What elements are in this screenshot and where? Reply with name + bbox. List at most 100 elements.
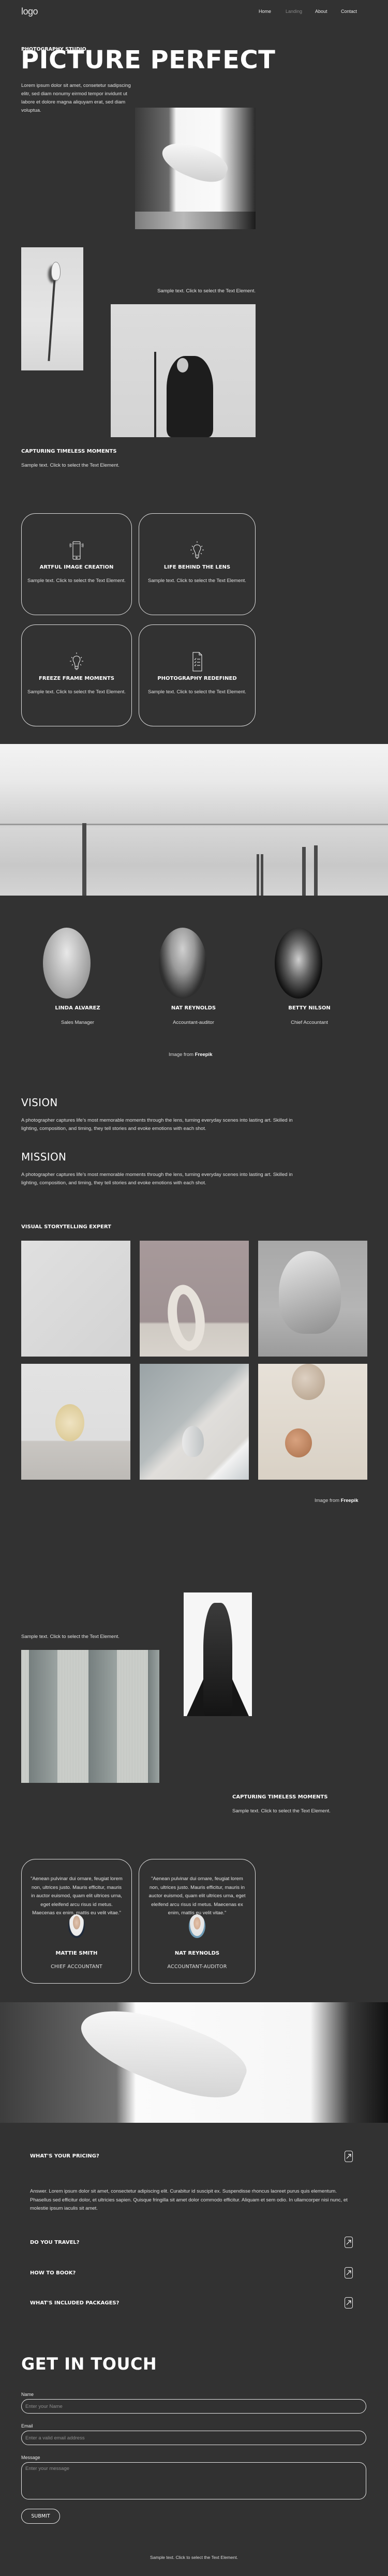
shadow-band [88, 1650, 117, 1783]
team-member-name: NAT REYNOLDS [171, 1005, 216, 1011]
person-shape [167, 356, 213, 437]
feature-text: Sample text. Click to select the Text El… [27, 578, 126, 584]
name-label: Name [21, 2392, 34, 2397]
wooden-post [82, 823, 86, 896]
credit-source-link[interactable]: Freepik [341, 1498, 359, 1503]
submit-button[interactable]: SUBMIT [21, 2509, 60, 2524]
faq-question[interactable]: WHAT'S YOUR PRICING? [30, 2153, 99, 2159]
gallery-image-wrapped-face[interactable] [258, 1241, 367, 1357]
gallery-image-white-vase[interactable] [140, 1364, 249, 1480]
testimonial-avatar [68, 1914, 85, 1938]
message-textarea[interactable] [21, 2462, 366, 2499]
wooden-disc-shape [55, 1404, 84, 1441]
intro-sample-text-right: Sample text. Click to select the Text El… [157, 288, 256, 294]
shadow-band [29, 1650, 57, 1783]
message-label: Message [21, 2455, 40, 2460]
feature-text: Sample text. Click to select the Text El… [148, 578, 246, 584]
logo[interactable]: logo [21, 6, 38, 17]
team-avatar-nat [159, 928, 206, 999]
feature-title: LIFE BEHIND THE LENS [163, 564, 231, 570]
vision-text: A photographer captures life’s most memo… [21, 1118, 293, 1131]
story-title: CAPTURING TIMELESS MOMENTS [232, 1794, 328, 1800]
gallery-image-wooden-disc[interactable] [21, 1364, 130, 1480]
team-member-name: BETTY NILSON [288, 1005, 331, 1011]
floor-shape [135, 212, 256, 229]
nav-contact[interactable]: Contact [341, 9, 357, 14]
faq-question[interactable]: WHAT'S INCLUDED PACKAGES? [30, 2300, 119, 2306]
feature-card: PHOTOGRAPHY REDEFINED Sample text. Click… [139, 624, 256, 726]
nav-home[interactable]: Home [259, 9, 271, 14]
story-sample-text: Sample text. Click to select the Text El… [232, 1808, 331, 1814]
testimonial-card: "Aenean pulvinar dui ornare, feugiat lor… [139, 1859, 256, 1984]
seascape-posts-image [0, 744, 388, 896]
name-input[interactable] [21, 2399, 366, 2414]
wooden-post [261, 854, 263, 896]
faq-question[interactable]: HOW TO BOOK? [30, 2270, 76, 2276]
credit-prefix: Image from [169, 1052, 194, 1058]
faq-answer: Answer. Lorem ipsum dolor sit amet, cons… [30, 2188, 348, 2211]
lightbulb-icon [190, 541, 204, 559]
lightbulb-icon [70, 652, 83, 670]
team-avatar-betty [275, 928, 322, 999]
sphere-shape [292, 1364, 325, 1400]
hero-title: PICTURE PERFECT [21, 46, 276, 75]
testimonial-role: CHIEF ACCOUNTANT [51, 1964, 102, 1970]
email-label: Email [21, 2423, 33, 2429]
vision-title: VISION [21, 1096, 58, 1109]
mission-text: A photographer captures life’s most memo… [21, 1172, 293, 1186]
intro-sample-text: Sample text. Click to select the Text El… [21, 463, 120, 468]
gallery-image-wooden-spheres[interactable] [258, 1364, 367, 1480]
nav-about[interactable]: About [315, 9, 327, 14]
cloth-shape [72, 2002, 254, 2112]
faq-toggle-arrow-icon[interactable] [345, 2267, 353, 2279]
faq-toggle-arrow-icon[interactable] [345, 2237, 353, 2248]
testimonial-quote: "Aenean pulvinar dui ornare, feugiat lor… [31, 1876, 123, 1916]
testimonial-role: ACCOUNTANT-AUDITOR [167, 1964, 227, 1970]
feature-text: Sample text. Click to select the Text El… [148, 689, 246, 695]
feature-card: FREEZE FRAME MOMENTS Sample text. Click … [21, 624, 132, 726]
wooden-post [314, 845, 318, 896]
footer-text: Sample text. Click to select the Text El… [150, 2555, 238, 2560]
team-member-role: Accountant-auditor [173, 1020, 214, 1025]
feature-title: FREEZE FRAME MOMENTS [39, 676, 114, 681]
credit-prefix: Image from [315, 1498, 340, 1503]
contact-title: GET IN TOUCH [21, 2354, 157, 2374]
ring-vase-shape [163, 1282, 209, 1353]
horizon-line [0, 824, 388, 825]
nav-landing[interactable]: Landing [286, 9, 302, 14]
vase-shape [182, 1426, 204, 1457]
tulip-image [21, 247, 83, 370]
smartphone-icon [69, 541, 84, 560]
tulip-bloom [51, 262, 61, 280]
hero-image-floating-cloth [135, 108, 256, 229]
checklist-document-icon [192, 652, 202, 672]
feature-title: PHOTOGRAPHY REDEFINED [157, 676, 237, 681]
intro-title: CAPTURING TIMELESS MOMENTS [21, 449, 117, 454]
faq-question[interactable]: DO YOU TRAVEL? [30, 2240, 80, 2245]
story-sample-text-top: Sample text. Click to select the Text El… [21, 1634, 120, 1640]
gallery-image-ring-vase[interactable] [140, 1241, 249, 1357]
striped-shadow-image [21, 1650, 159, 1783]
faq-toggle-arrow-icon[interactable] [345, 2297, 353, 2309]
shadow-band [148, 1650, 159, 1783]
feature-card: ARTFUL IMAGE CREATION Sample text. Click… [21, 513, 132, 615]
email-input[interactable] [21, 2431, 366, 2445]
testimonial-name: NAT REYNOLDS [174, 1950, 220, 1956]
hero-paragraph: Lorem ipsum dolor sit amet, consetetur s… [21, 83, 131, 113]
team-member-role: Chief Accountant [291, 1020, 328, 1025]
image-credit: Image from Freepik [169, 1052, 212, 1058]
feature-title: ARTFUL IMAGE CREATION [39, 564, 114, 570]
face-shape [279, 1251, 341, 1334]
testimonial-card: "Aenean pulvinar dui ornare, feugiat lor… [21, 1859, 132, 1984]
wide-floating-cloth-image [0, 2002, 388, 2123]
feature-card: LIFE BEHIND THE LENS Sample text. Click … [139, 513, 256, 615]
gallery-title: VISUAL STORYTELLING EXPERT [21, 1224, 111, 1230]
team-member-name: LINDA ALVAREZ [55, 1005, 100, 1011]
wooden-post [257, 854, 259, 896]
credit-source-link[interactable]: Freepik [195, 1052, 213, 1058]
faq-toggle-arrow-icon[interactable] [345, 2151, 353, 2162]
gallery-image-shadow-lines[interactable] [21, 1241, 130, 1357]
testimonial-avatar [189, 1914, 205, 1938]
face-shape [177, 358, 188, 373]
model-portrait-image [184, 1592, 252, 1716]
